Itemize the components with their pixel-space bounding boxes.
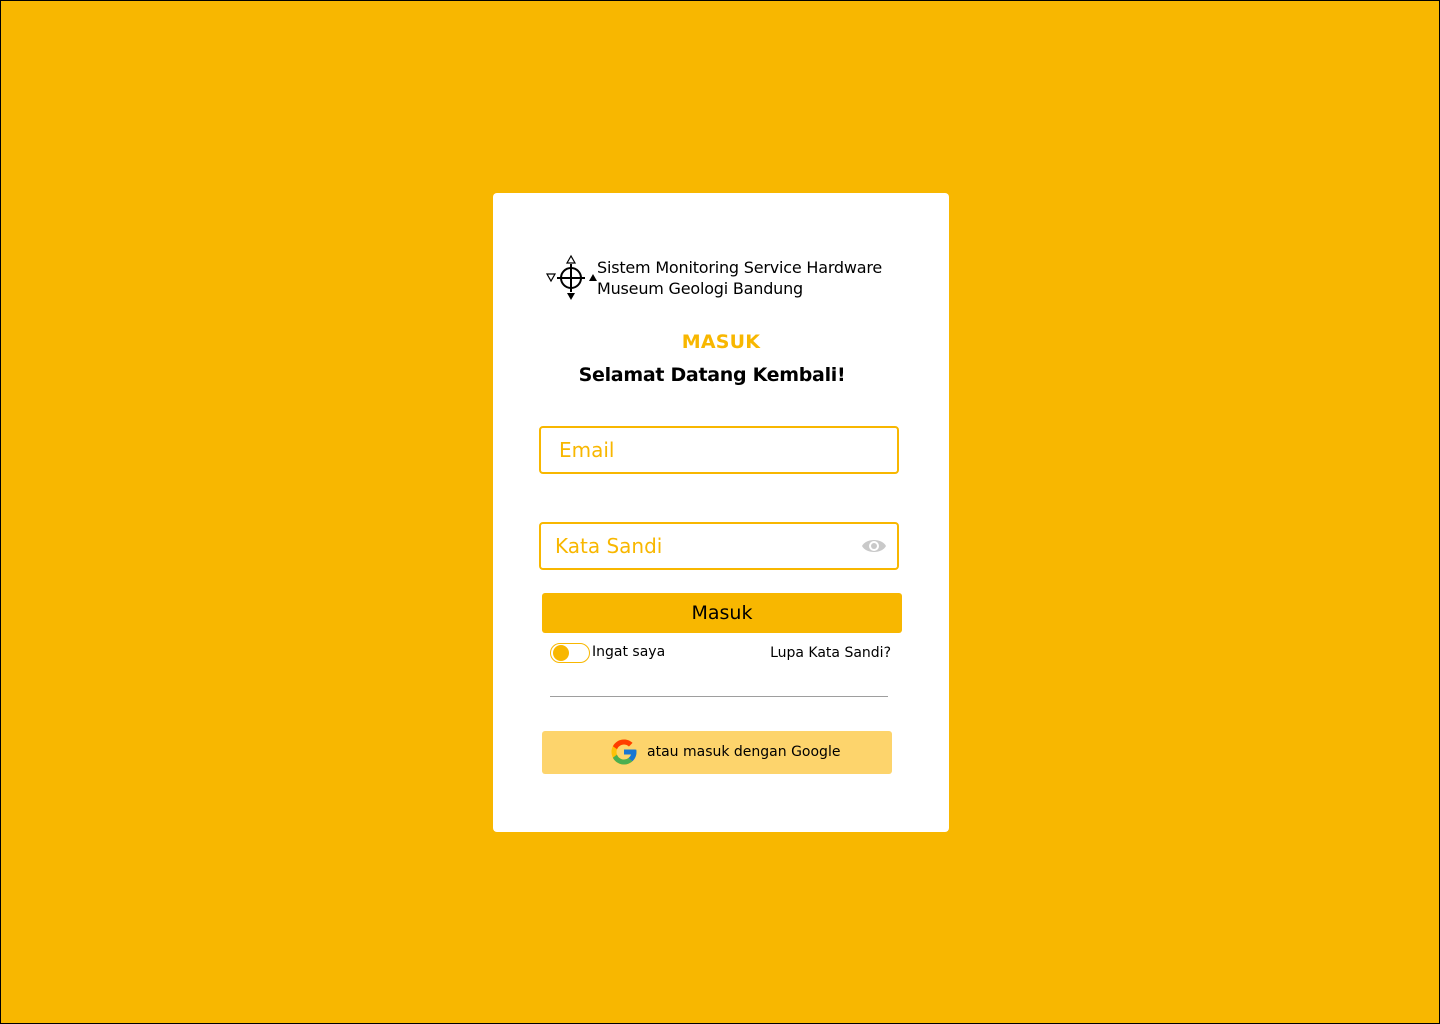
eye-icon[interactable] <box>861 535 887 557</box>
password-input[interactable] <box>541 524 897 568</box>
toggle-knob <box>553 645 569 661</box>
login-card: Sistem Monitoring Service Hardware Museu… <box>493 193 949 832</box>
welcome-message: Selamat Datang Kembali! <box>578 364 846 386</box>
login-heading: MASUK <box>681 331 761 353</box>
email-field-container <box>539 426 899 474</box>
remember-me-toggle[interactable] <box>550 643 590 663</box>
compass-crosshair-icon <box>545 254 597 300</box>
brand-line-2: Museum Geologi Bandung <box>597 279 804 298</box>
app-brand-title: Sistem Monitoring Service Hardware Museu… <box>597 257 882 299</box>
google-icon <box>611 739 637 765</box>
remember-me-label: Ingat saya <box>592 644 666 660</box>
forgot-password-link[interactable]: Lupa Kata Sandi? <box>770 645 891 661</box>
password-field-container <box>539 522 899 570</box>
google-login-label: atau masuk dengan Google <box>647 744 841 760</box>
login-submit-button[interactable]: Masuk <box>542 593 902 633</box>
brand-line-1: Sistem Monitoring Service Hardware <box>597 258 883 277</box>
email-input[interactable] <box>541 428 897 472</box>
divider <box>550 696 888 697</box>
google-login-button[interactable]: atau masuk dengan Google <box>542 731 892 774</box>
page-background: Sistem Monitoring Service Hardware Museu… <box>0 0 1440 1024</box>
